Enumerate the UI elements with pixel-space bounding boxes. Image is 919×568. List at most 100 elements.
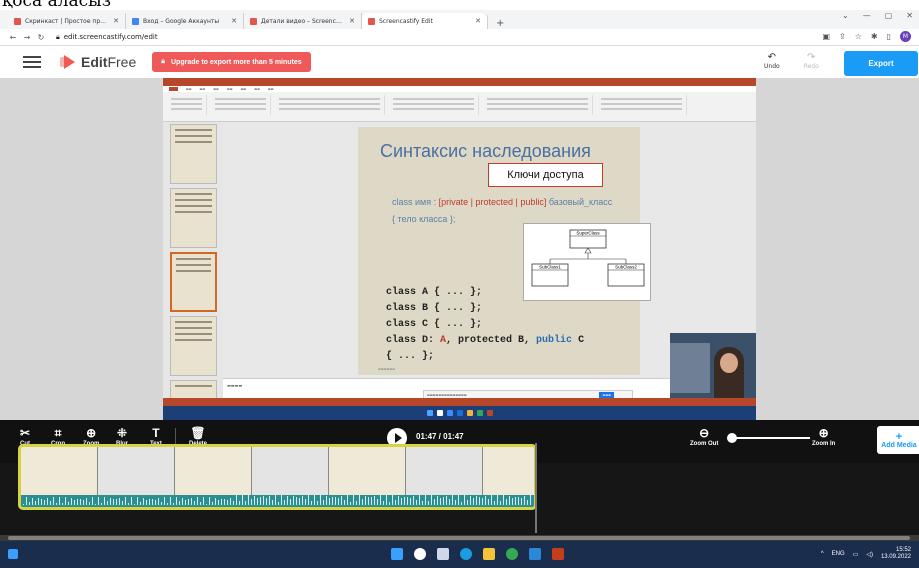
waveform-bar xyxy=(293,496,294,505)
recorded-app-icon xyxy=(436,410,443,416)
new-tab-icon[interactable]: + xyxy=(488,18,512,29)
upgrade-button[interactable]: 🔒︎ Upgrade to export more than 5 minutes xyxy=(152,52,311,72)
volume-icon[interactable]: ◁) xyxy=(866,551,873,558)
tray-overflow-icon[interactable]: ^ xyxy=(821,551,824,557)
zoom-slider-track[interactable] xyxy=(730,437,810,439)
close-window-icon[interactable]: ✕ xyxy=(906,11,913,20)
task-view-icon[interactable] xyxy=(437,548,449,560)
add-media-button[interactable]: + Add Media xyxy=(877,426,919,454)
file-explorer-icon[interactable] xyxy=(483,548,495,560)
close-tab-icon[interactable]: ✕ xyxy=(349,17,355,25)
waveform-bar xyxy=(503,495,504,505)
address-bar: ← → ↻ 🔒︎ edit.screencastify.com/edit ▣ ⇪… xyxy=(0,29,919,46)
waveform-bar xyxy=(275,495,276,505)
close-tab-icon[interactable]: ✕ xyxy=(231,17,237,25)
waveform-bar xyxy=(56,502,57,505)
waveform-bar xyxy=(83,500,84,505)
waveform-bar xyxy=(146,500,147,505)
waveform-bar xyxy=(233,501,234,505)
browser-tab[interactable]: Детали видео – Screencastify ✕ xyxy=(244,13,362,29)
zoom-icon: ⊕ xyxy=(86,426,97,440)
ribbon-tab-file xyxy=(169,87,178,91)
forward-icon[interactable]: → xyxy=(20,33,34,42)
screencastify-favicon-icon xyxy=(250,17,257,25)
powerpoint-status-bar xyxy=(163,398,756,406)
playhead[interactable] xyxy=(535,443,537,533)
powerpoint-icon[interactable] xyxy=(552,548,564,560)
logo-arrow-icon xyxy=(64,55,75,69)
waveform-bar xyxy=(446,496,447,505)
chrome-icon[interactable] xyxy=(506,548,518,560)
app-header: EditFree 🔒︎ Upgrade to export more than … xyxy=(0,46,919,78)
timeline-scroll-thumb[interactable] xyxy=(8,536,910,540)
waveform-bar xyxy=(284,500,285,505)
extension-icon[interactable]: ▣ xyxy=(822,32,830,41)
waveform-bar xyxy=(527,500,528,505)
waveform-bar xyxy=(86,497,87,505)
waveform-bar xyxy=(104,497,105,505)
zoom-slider-handle[interactable] xyxy=(727,433,737,443)
reload-icon[interactable]: ↻ xyxy=(34,33,48,42)
video-clip[interactable] xyxy=(18,444,537,510)
recorded-app-icon xyxy=(476,410,483,416)
tab-search-icon[interactable]: ⌄ xyxy=(842,11,849,20)
profile-avatar[interactable]: M xyxy=(900,31,911,42)
sidebar-icon[interactable]: ▯ xyxy=(887,32,891,41)
zoom-out-icon: ⊖ xyxy=(699,426,710,440)
code-line: class C { ... }; xyxy=(386,319,483,330)
edge-icon[interactable] xyxy=(460,548,472,560)
minimize-icon[interactable]: — xyxy=(863,11,871,20)
back-icon[interactable]: ← xyxy=(6,33,20,42)
waveform-bar xyxy=(365,496,366,505)
waveform-bar xyxy=(335,496,336,505)
tab-title: Детали видео – Screencastify xyxy=(261,17,346,25)
export-button[interactable]: Export xyxy=(844,51,918,76)
browser-actions: ▣ ⇪ ☆ ✱ ▯ M xyxy=(822,31,911,42)
recorded-app-icon xyxy=(486,410,493,416)
language-indicator[interactable]: ENG xyxy=(832,551,845,557)
toolbar-divider xyxy=(175,428,176,444)
waveform-bar xyxy=(203,497,204,505)
uml-subclass1-label: SubClass1 xyxy=(539,265,561,270)
browser-tab[interactable]: Вход – Google Аккаунты ✕ xyxy=(126,13,244,29)
waveform-bar xyxy=(302,496,303,505)
waveform-bar xyxy=(314,495,315,505)
close-tab-icon[interactable]: ✕ xyxy=(475,17,481,25)
waveform-bar xyxy=(371,497,372,505)
waveform-bar xyxy=(35,500,36,505)
url-field[interactable]: 🔒︎ edit.screencastify.com/edit xyxy=(56,33,158,42)
redo-button[interactable]: ↷ Redo xyxy=(804,52,819,70)
close-tab-icon[interactable]: ✕ xyxy=(113,17,119,25)
zoom-out-button[interactable]: ⊖ Zoom Out xyxy=(690,425,718,447)
waveform-bar xyxy=(338,498,339,505)
waveform-bar xyxy=(473,498,474,505)
ribbon-tab: ▬▬ xyxy=(226,87,233,91)
waveform-bar xyxy=(518,496,519,505)
share-icon[interactable]: ⇪ xyxy=(839,32,846,41)
browser-tab[interactable]: Скринкаст | Простое программ... ✕ xyxy=(8,13,126,29)
waveform-bar xyxy=(440,497,441,505)
bookmark-star-icon[interactable]: ☆ xyxy=(855,32,862,41)
clock[interactable]: 15:52 13.09.2022 xyxy=(881,547,911,561)
waveform-bar xyxy=(92,497,93,505)
code-line: class A { ... }; xyxy=(386,287,483,298)
waveform-bar xyxy=(131,497,132,505)
browser-tab-active[interactable]: Screencastify Edit ✕ xyxy=(362,13,488,29)
waveform-bar xyxy=(404,496,405,505)
network-icon[interactable]: ▭ xyxy=(853,551,859,558)
waveform-bar xyxy=(74,499,75,505)
tab-title: Скринкаст | Простое программ... xyxy=(25,17,110,25)
maximize-icon[interactable]: ▢ xyxy=(885,11,893,20)
video-frame[interactable]: ▬▬ ▬▬ ▬▬ ▬▬ ▬▬ ▬▬ ▬▬ Синтаксис наследования xyxy=(163,78,756,420)
clock-time: 15:52 xyxy=(895,547,911,553)
search-icon[interactable] xyxy=(414,548,426,560)
store-icon[interactable] xyxy=(529,548,541,560)
extensions-puzzle-icon[interactable]: ✱ xyxy=(871,32,878,41)
widgets-icon[interactable] xyxy=(8,549,18,559)
start-icon[interactable] xyxy=(391,548,403,560)
zoom-in-button[interactable]: ⊕ Zoom In xyxy=(812,425,835,447)
waveform-bar xyxy=(341,495,342,505)
menu-icon[interactable] xyxy=(23,56,41,68)
undo-button[interactable]: ↶ Undo xyxy=(764,52,780,70)
waveform-bar xyxy=(494,501,495,505)
